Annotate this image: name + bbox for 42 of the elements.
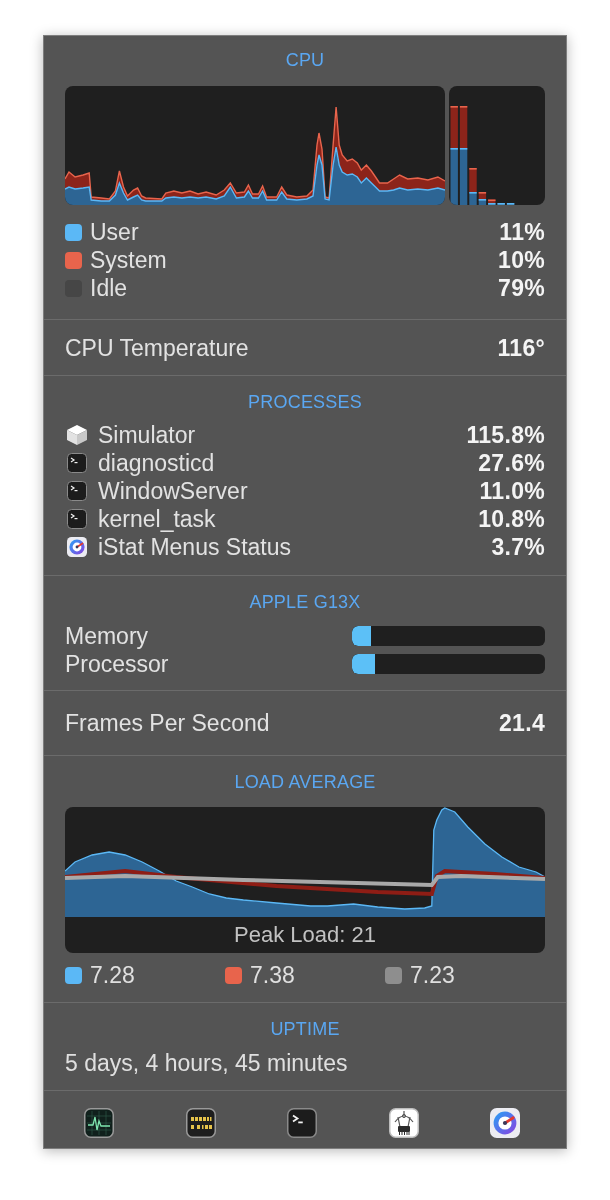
terminal-icon [67,509,87,529]
temperature-value: 116° [497,333,545,362]
process-cpu-value: 11.0% [479,477,545,505]
section-title: APPLE G13X [249,591,361,613]
load-value: 7.38 [250,961,295,989]
gauge-icon[interactable] [490,1108,520,1138]
section-title: LOAD AVERAGE [234,771,376,793]
process-cpu-value: 115.8% [466,421,545,449]
legend-label: Idle [90,274,128,302]
peak-load-label: Peak Load: 21 [234,922,376,948]
legend-value: 79% [498,274,545,302]
legend-value: 10% [498,246,545,274]
fps-label: Frames Per Second [65,709,270,737]
section-title: CPU [285,49,325,71]
legend-label: User [90,218,139,246]
terminal-icon [67,453,87,473]
log-display-icon[interactable] [185,1108,216,1138]
meter-label: Memory [65,622,149,650]
load-value: 7.28 [90,961,135,989]
process-name: kernel_task [98,505,216,533]
legend-label: System [90,246,167,274]
process-cpu-value: 10.8% [478,505,545,533]
fps-value: 21.4 [499,709,545,737]
section-title: UPTIME [270,1018,340,1040]
heartbeat-monitor-icon[interactable] [84,1108,114,1138]
process-name: iStat Menus Status [98,533,292,561]
uptime-text: 5 days, 4 hours, 45 minutes [65,1049,348,1077]
terminal-icon [67,481,87,501]
process-cpu-value: 27.6% [478,449,545,477]
cube-icon [67,425,87,445]
temperature-label: CPU Temperature [65,333,249,362]
process-name: Simulator [98,421,196,449]
process-name: diagnosticd [98,449,215,477]
process-cpu-value: 3.7% [491,533,545,561]
meter-label: Processor [65,650,169,678]
legend-value: 11% [499,218,545,246]
chip-clamp-icon[interactable] [388,1108,419,1138]
process-name: WindowServer [98,477,248,505]
terminal-icon[interactable] [287,1108,317,1138]
load-value: 7.23 [410,961,455,989]
section-title: PROCESSES [248,391,362,413]
gauge-icon [67,537,87,557]
